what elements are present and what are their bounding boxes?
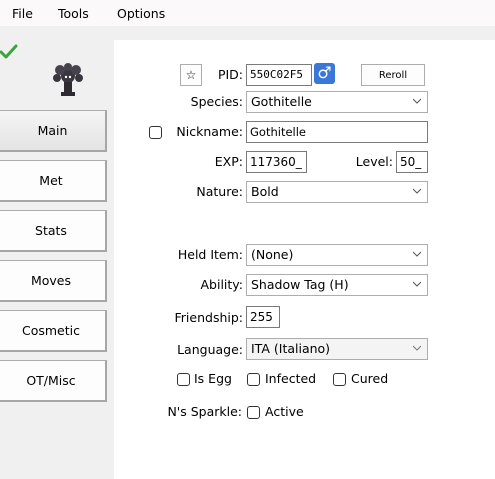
level-label: Level:: [355, 154, 393, 169]
shiny-star-button[interactable]: ☆: [180, 64, 202, 86]
nickname-checkbox[interactable]: [149, 126, 162, 139]
nickname-input[interactable]: Gothitelle: [246, 121, 428, 143]
menu-tools[interactable]: Tools: [58, 6, 89, 21]
pid-label: PID:: [217, 67, 243, 82]
language-value: ITA (Italiano): [251, 341, 331, 356]
held-item-select[interactable]: (None): [246, 244, 428, 266]
exp-input[interactable]: 117360_: [246, 151, 307, 173]
active-label: Active: [265, 404, 304, 419]
cured-label: Cured: [351, 371, 389, 386]
tab-stats-label: Stats: [35, 223, 67, 238]
pid-input[interactable]: 550C02F5: [246, 64, 312, 86]
tab-moves-label: Moves: [30, 273, 72, 288]
ability-value: Shadow Tag (H): [251, 277, 349, 292]
nature-label: Nature:: [196, 184, 243, 199]
chevron-down-icon: [413, 281, 421, 287]
tab-met[interactable]: Met: [0, 160, 107, 202]
species-select[interactable]: Gothitelle: [246, 91, 428, 113]
nature-select[interactable]: Bold: [246, 181, 428, 203]
tab-main-label: Main: [37, 123, 68, 138]
nature-value: Bold: [251, 184, 279, 199]
chevron-down-icon: [413, 251, 421, 257]
chevron-down-icon: [413, 188, 421, 194]
species-label: Species:: [190, 94, 243, 109]
chevron-down-icon: [413, 345, 421, 351]
ability-select[interactable]: Shadow Tag (H): [246, 274, 428, 296]
tab-ot-misc[interactable]: OT/Misc: [0, 360, 107, 402]
menu-bar: File Tools Options: [0, 0, 495, 26]
active-checkbox[interactable]: [247, 406, 260, 419]
checkmark-icon: [0, 44, 18, 59]
tab-main[interactable]: Main: [0, 110, 107, 152]
friendship-label: Friendship:: [174, 310, 244, 325]
species-value: Gothitelle: [251, 94, 312, 109]
language-select[interactable]: ITA (Italiano): [246, 338, 428, 360]
ability-label: Ability:: [200, 277, 243, 292]
held-item-value: (None): [251, 247, 294, 262]
tab-stats[interactable]: Stats: [0, 210, 107, 252]
exp-label: EXP:: [214, 154, 243, 169]
menu-options[interactable]: Options: [117, 6, 165, 21]
gender-button[interactable]: ♂: [314, 63, 335, 84]
main-panel: ☆ PID: 550C02F5 ♂ Reroll Species: Gothit…: [114, 40, 495, 479]
tab-cosmetic-label: Cosmetic: [21, 323, 80, 338]
menu-file[interactable]: File: [12, 6, 33, 21]
left-nav: Main Met Stats Moves Cosmetic OT/Misc: [0, 26, 110, 479]
is-egg-label: Is Egg: [194, 371, 232, 386]
tab-met-label: Met: [39, 173, 63, 188]
held-item-label: Held Item:: [177, 247, 243, 262]
chevron-down-icon: [413, 98, 421, 104]
infected-label: Infected: [265, 371, 317, 386]
nickname-label: Nickname:: [176, 124, 243, 139]
reroll-button[interactable]: Reroll: [361, 64, 425, 86]
language-label: Language:: [177, 342, 243, 357]
pokemon-sprite-icon: [53, 63, 83, 96]
cured-checkbox[interactable]: [333, 373, 346, 386]
infected-checkbox[interactable]: [247, 373, 260, 386]
tab-ot-misc-label: OT/Misc: [26, 373, 76, 388]
tab-moves[interactable]: Moves: [0, 260, 107, 302]
is-egg-checkbox[interactable]: [177, 373, 190, 386]
friendship-input[interactable]: 255: [246, 306, 280, 328]
tab-cosmetic[interactable]: Cosmetic: [0, 310, 107, 352]
sparkle-label: N's Sparkle:: [167, 404, 242, 419]
level-input[interactable]: 50_: [396, 151, 428, 173]
